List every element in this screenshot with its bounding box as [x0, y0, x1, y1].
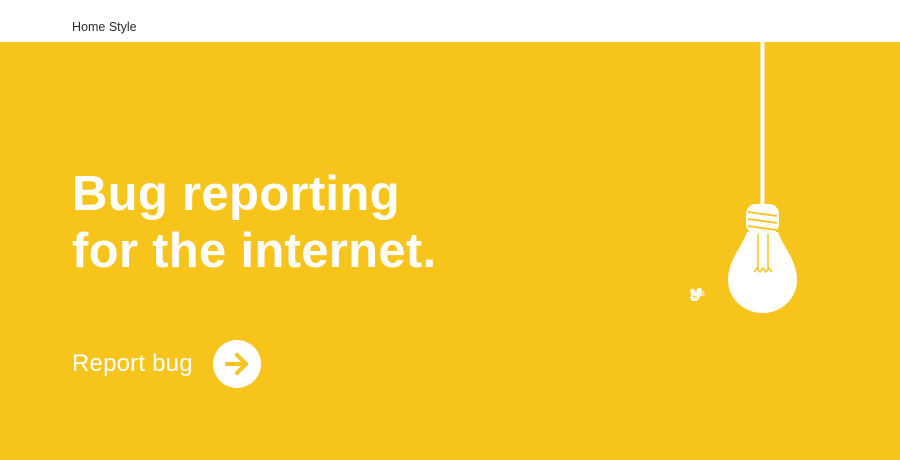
breadcrumb-home-style[interactable]: Home Style: [72, 20, 137, 34]
bee-icon: [690, 287, 706, 302]
arrow-right-icon[interactable]: [212, 340, 261, 388]
headline-line-2: for the internet.: [72, 224, 437, 278]
report-bug-button[interactable]: Report bug: [72, 338, 261, 390]
headline-line-1: Bug reporting: [72, 167, 400, 221]
top-bar: Home Style: [0, 0, 900, 42]
hero-headline: Bug reporting for the internet.: [72, 166, 436, 280]
lightbulb-icon: [728, 42, 797, 313]
hero-banner: Bug reporting for the internet. Report b…: [0, 42, 900, 460]
report-bug-label: Report bug: [72, 350, 193, 377]
